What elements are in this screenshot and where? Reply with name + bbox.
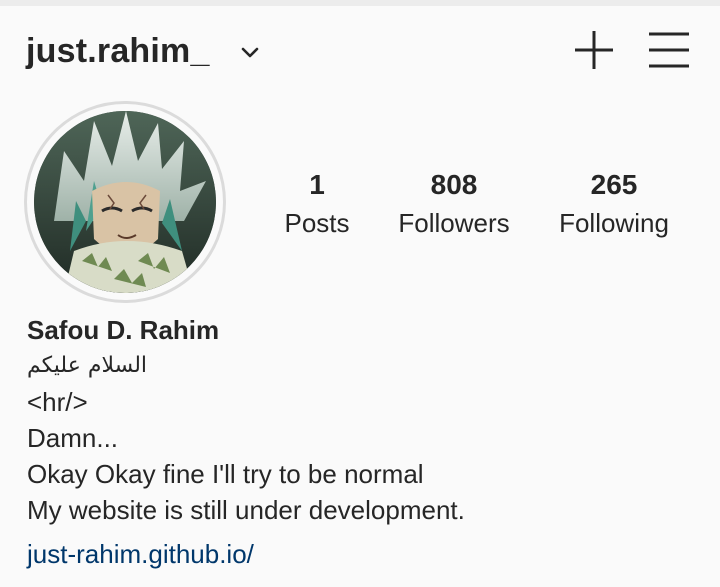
profile-bio: Safou D. Rahim السلام عليكم <hr/> Damn..…: [27, 312, 707, 572]
bio-line-damn: Damn...: [27, 423, 119, 453]
status-bar-strip: [0, 0, 720, 6]
username: just.rahim_: [26, 32, 210, 70]
create-post-button[interactable]: [570, 28, 618, 76]
profile-header: just.rahim_: [0, 22, 720, 86]
profile-avatar[interactable]: [24, 101, 226, 303]
posts-count[interactable]: 1 Posts: [268, 168, 366, 240]
plus-icon: [572, 28, 616, 77]
hamburger-menu-icon: [647, 30, 691, 75]
followers-number: 808: [430, 169, 478, 200]
bio-line-hr-tag: <hr/>: [27, 387, 88, 417]
chevron-down-icon: [240, 46, 260, 60]
bio-line-normal: Okay Okay fine I'll try to be normal: [27, 459, 424, 489]
posts-label: Posts: [284, 208, 350, 238]
website-link[interactable]: just-rahim.github.io/: [27, 536, 254, 572]
followers-label: Followers: [398, 208, 510, 238]
username-switcher[interactable]: just.rahim_: [26, 32, 260, 71]
bio-line-greeting: السلام عليكم: [27, 353, 148, 378]
following-number: 265: [590, 169, 638, 200]
followers-count[interactable]: 808 Followers: [388, 168, 520, 240]
options-menu-button[interactable]: [645, 28, 693, 76]
following-count[interactable]: 265 Following: [548, 168, 680, 240]
avatar-image: [34, 111, 216, 293]
full-name: Safou D. Rahim: [27, 315, 220, 345]
posts-number: 1: [309, 169, 325, 200]
following-label: Following: [559, 208, 669, 238]
bio-line-website-status: My website is still under development.: [27, 495, 465, 525]
